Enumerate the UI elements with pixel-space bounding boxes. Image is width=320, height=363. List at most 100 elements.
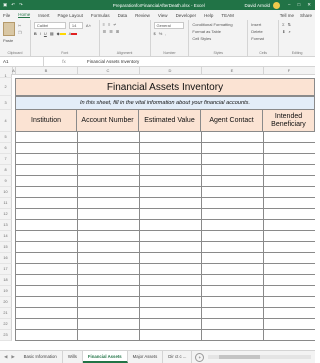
underline-icon[interactable]: U <box>44 31 47 36</box>
sheet-tab-basic-information[interactable]: Basic Information <box>19 351 63 363</box>
fx-icon[interactable]: fx <box>44 59 84 64</box>
header-intended-beneficiary[interactable]: Intended Beneficiary <box>263 110 315 132</box>
redo-icon[interactable]: ↷ <box>19 2 23 8</box>
tab-file[interactable]: File <box>3 13 10 18</box>
row-header[interactable]: 14 <box>0 231 12 242</box>
tab-insert[interactable]: Insert <box>38 13 49 18</box>
row-header[interactable]: 10 <box>0 187 12 198</box>
row-header[interactable]: 7 <box>0 154 12 165</box>
row-header[interactable]: 16 <box>0 253 12 264</box>
tell-me-search[interactable]: Tell me <box>280 13 294 18</box>
tab-developer[interactable]: Developer <box>176 13 197 18</box>
undo-icon[interactable]: ↶ <box>11 2 15 8</box>
font-name-select[interactable]: Calibri <box>33 22 66 29</box>
spreadsheet-grid[interactable]: A B C D E F 1 2 3 4 5 6 7 8 9 10 11 12 1… <box>0 67 315 350</box>
number-format-select[interactable]: General <box>153 22 184 29</box>
column-header-f[interactable]: F <box>263 67 315 74</box>
format-as-table-button[interactable]: Format as Table <box>192 29 244 34</box>
column-header-b[interactable]: B <box>15 67 78 74</box>
row-header[interactable]: 2 <box>0 78 12 96</box>
grow-font-icon[interactable]: A˄ <box>86 23 91 28</box>
share-button[interactable]: Share <box>300 13 312 18</box>
column-header-e[interactable]: E <box>201 67 264 74</box>
row-header[interactable]: 3 <box>0 96 12 110</box>
sheet-instructions[interactable]: In this sheet, fill in the vital informa… <box>15 96 315 110</box>
font-color-icon[interactable]: A <box>69 31 78 36</box>
scrollbar-thumb[interactable] <box>218 355 260 359</box>
column-header-d[interactable]: D <box>139 67 202 74</box>
row-header[interactable]: 23 <box>0 330 12 341</box>
sheet-tab-wills[interactable]: Wills <box>63 351 83 363</box>
wrap-text-icon[interactable]: ↵ <box>113 22 116 27</box>
tab-page-layout[interactable]: Page Layout <box>58 13 83 18</box>
row-header[interactable]: 8 <box>0 165 12 176</box>
percent-icon[interactable]: % <box>159 31 163 36</box>
tab-help[interactable]: Help <box>204 13 213 18</box>
save-icon[interactable]: ▣ <box>3 2 7 8</box>
row-header[interactable]: 20 <box>0 297 12 308</box>
minimize-button[interactable]: – <box>288 2 291 8</box>
delete-button[interactable]: Delete <box>251 29 275 34</box>
prev-sheet-icon[interactable]: ◀ <box>4 354 7 360</box>
comma-icon[interactable]: , <box>165 31 166 36</box>
row-header[interactable]: 18 <box>0 275 12 286</box>
row-header[interactable]: 19 <box>0 286 12 297</box>
avatar[interactable] <box>272 1 280 9</box>
align-center-icon[interactable]: ☰ <box>109 29 113 34</box>
maximize-button[interactable]: □ <box>298 2 301 8</box>
row-header[interactable]: 13 <box>0 220 12 231</box>
format-button[interactable]: Format <box>251 36 275 41</box>
column-header-c[interactable]: C <box>77 67 140 74</box>
tab-team[interactable]: TEAM <box>221 13 234 18</box>
insert-button[interactable]: Insert <box>251 22 275 27</box>
horizontal-scrollbar[interactable] <box>208 355 311 359</box>
sheet-tab-financial-assets[interactable]: Financial Assets <box>82 351 128 363</box>
paste-button[interactable]: Paste <box>3 38 27 43</box>
user-account[interactable]: David Arnold <box>244 1 280 9</box>
align-middle-icon[interactable]: ≡ <box>108 22 110 27</box>
header-estimated-value[interactable]: Estimated Value <box>139 110 201 132</box>
tab-view[interactable]: View <box>158 13 168 18</box>
row-header[interactable]: 12 <box>0 209 12 220</box>
italic-icon[interactable]: I <box>40 31 41 36</box>
sheet-title[interactable]: Financial Assets Inventory <box>15 78 315 96</box>
merge-center-icon[interactable]: ⊞ <box>116 29 119 34</box>
cut-icon[interactable]: ✂ <box>18 23 22 28</box>
border-icon[interactable]: ▦ <box>50 31 54 36</box>
row-header[interactable]: 9 <box>0 176 12 187</box>
tab-data[interactable]: Data <box>118 13 128 18</box>
sheet-tab-more[interactable]: Dir ct c ... <box>163 351 193 363</box>
find-icon[interactable]: ⌕ <box>288 29 290 34</box>
row-header[interactable]: 21 <box>0 308 12 319</box>
bold-icon[interactable]: B <box>34 31 37 36</box>
fill-icon[interactable]: ⬇ <box>282 29 285 34</box>
next-sheet-icon[interactable]: ▶ <box>11 354 14 360</box>
autosum-icon[interactable]: Σ <box>282 22 284 27</box>
formula-input[interactable]: Financial Assets Inventory <box>84 59 315 64</box>
tab-formulas[interactable]: Formulas <box>91 13 110 18</box>
sort-filter-icon[interactable]: ⇅ <box>288 22 291 27</box>
align-top-icon[interactable]: ≡ <box>103 22 105 27</box>
header-agent-contact[interactable]: Agent Contact <box>201 110 263 132</box>
tab-review[interactable]: Review <box>135 13 150 18</box>
row-header[interactable]: 4 <box>0 110 12 132</box>
header-institution[interactable]: Institution <box>15 110 77 132</box>
align-left-icon[interactable]: ☰ <box>103 29 107 34</box>
row-header[interactable]: 15 <box>0 242 12 253</box>
fill-color-icon[interactable]: ◆ <box>57 31 66 36</box>
name-box[interactable]: A1 <box>0 57 44 66</box>
row-header[interactable]: 22 <box>0 319 12 330</box>
header-account-number[interactable]: Account Number <box>77 110 139 132</box>
row-header[interactable]: 17 <box>0 264 12 275</box>
row-header[interactable]: 11 <box>0 198 12 209</box>
paste-icon[interactable] <box>3 22 15 36</box>
data-table-body[interactable] <box>15 132 315 341</box>
sheet-tab-major-assets[interactable]: Major Assets <box>128 351 164 363</box>
row-header[interactable]: 6 <box>0 143 12 154</box>
add-sheet-button[interactable]: + <box>195 352 205 362</box>
cell-styles-button[interactable]: Cell Styles <box>192 36 244 41</box>
row-header[interactable]: 5 <box>0 132 12 143</box>
currency-icon[interactable]: $ <box>154 31 156 36</box>
tab-home[interactable]: Home <box>18 12 31 18</box>
copy-icon[interactable]: ❐ <box>18 30 22 35</box>
